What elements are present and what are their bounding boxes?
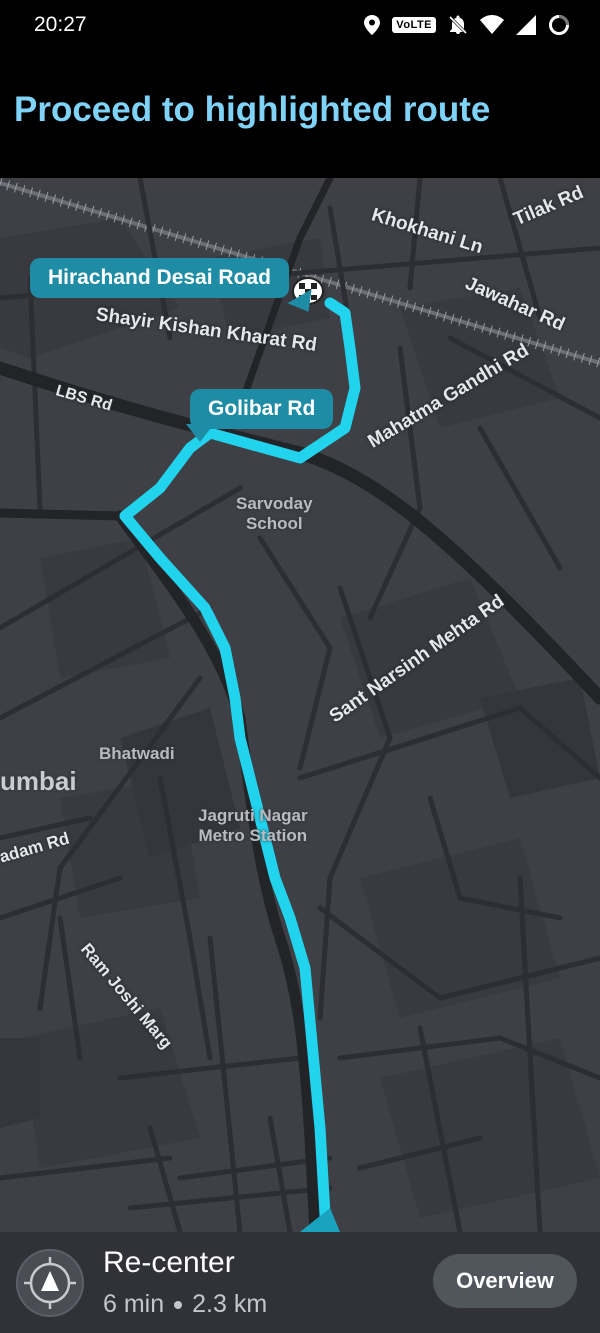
map-view[interactable]: Khokhani Ln Tilak Rd Jawahar Rd Shayir K… [0, 178, 600, 1232]
city-label: umbai [0, 766, 77, 796]
bottom-bar: Re-center 6 min 2.3 km Overview [0, 1232, 600, 1333]
signal-icon [516, 15, 536, 35]
callout-hirachand-desai-road[interactable]: Hirachand Desai Road [30, 258, 289, 298]
wifi-icon [480, 15, 504, 34]
volte-icon: VoLTE [392, 17, 436, 33]
recenter-label[interactable]: Re-center [103, 1246, 235, 1280]
status-bar: 20:27 VoLTE [0, 0, 600, 50]
poi-label-bhatwadi: Bhatwadi [99, 744, 175, 763]
distance-text: 2.3 km [192, 1290, 268, 1318]
callout-golibar-rd[interactable]: Golibar Rd [190, 389, 334, 429]
battery-icon [549, 15, 569, 35]
location-icon [364, 15, 381, 35]
callout-tail-golibar [186, 424, 214, 442]
status-icons: VoLTE [364, 12, 570, 38]
poi-label-jagruti: Jagruti Nagar Metro Station [198, 806, 308, 845]
overview-button[interactable]: Overview [433, 1254, 577, 1308]
bell-off-icon [448, 15, 468, 35]
recenter-button[interactable] [16, 1249, 84, 1317]
eta-text: 6 min [103, 1290, 165, 1318]
trip-info: 6 min 2.3 km [103, 1290, 267, 1319]
status-time: 20:27 [34, 13, 87, 36]
poi-label-sarvoday: Sarvoday School [236, 494, 313, 533]
banner-title: Proceed to highlighted route [14, 90, 491, 129]
separator-dot [174, 1300, 183, 1309]
recenter-icon [24, 1257, 76, 1309]
instruction-banner: Proceed to highlighted route [0, 50, 600, 178]
